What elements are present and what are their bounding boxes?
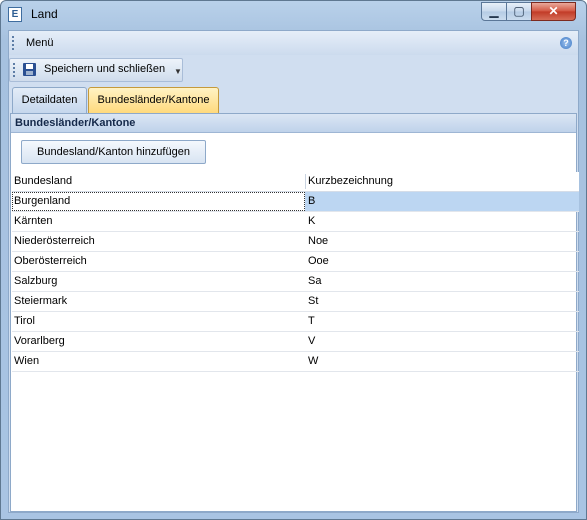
table-row[interactable]: Niederösterreich Noe: [12, 232, 579, 252]
add-bundesland-button[interactable]: Bundesland/Kanton hinzufügen: [21, 140, 206, 164]
table-row[interactable]: Kärnten K: [12, 212, 579, 232]
tab-panel: Bundesländer/Kantone Bundesland/Kanton h…: [10, 113, 579, 512]
tab-detaildaten[interactable]: Detaildaten: [12, 87, 87, 114]
cell-bundesland[interactable]: Kärnten: [12, 212, 305, 231]
toolbar: Speichern und schließen ▼: [9, 58, 183, 82]
save-and-close-label: Speichern und schließen: [44, 63, 166, 75]
help-icon[interactable]: ?: [560, 37, 572, 49]
floppy-disk-icon: [23, 63, 36, 76]
table-row[interactable]: Salzburg Sa: [12, 272, 579, 292]
table-row[interactable]: Oberösterreich Ooe: [12, 252, 579, 272]
cell-bundesland[interactable]: Niederösterreich: [12, 232, 305, 251]
close-icon: ✕: [548, 4, 559, 18]
cell-kurzbezeichnung[interactable]: Sa: [306, 272, 578, 291]
cell-kurzbezeichnung[interactable]: V: [306, 332, 578, 351]
cell-bundesland[interactable]: Burgenland: [12, 192, 305, 211]
table-row[interactable]: Wien W: [12, 352, 579, 372]
cell-kurzbezeichnung[interactable]: St: [306, 292, 578, 311]
title-bar[interactable]: E Land ▁ ▢ ✕: [1, 1, 586, 27]
table-row[interactable]: Steiermark St: [12, 292, 579, 312]
cell-bundesland[interactable]: Salzburg: [12, 272, 305, 291]
column-header-bundesland[interactable]: Bundesland: [14, 175, 72, 187]
cell-kurzbezeichnung[interactable]: Noe: [306, 232, 578, 251]
table-row[interactable]: Vorarlberg V: [12, 332, 579, 352]
minimize-icon: ▁: [489, 4, 499, 18]
cell-kurzbezeichnung[interactable]: T: [306, 312, 578, 331]
cell-bundesland[interactable]: Wien: [12, 352, 305, 371]
land-window: E Land ▁ ▢ ✕ Menü ? Speichern und schlie…: [0, 0, 587, 520]
column-separator[interactable]: [305, 174, 306, 189]
save-and-close-button[interactable]: Speichern und schließen: [23, 62, 171, 79]
window-title: Land: [31, 7, 58, 21]
client-area: Menü ? Speichern und schließen ▼ Detaild…: [8, 30, 579, 513]
table-row[interactable]: Burgenland B: [12, 192, 579, 212]
bundeslaender-grid: Bundesland Kurzbezeichnung Burgenland B K…: [12, 172, 579, 372]
cell-kurzbezeichnung[interactable]: K: [306, 212, 578, 231]
cell-bundesland[interactable]: Tirol: [12, 312, 305, 331]
minimize-button[interactable]: ▁: [481, 2, 507, 21]
cell-bundesland[interactable]: Vorarlberg: [12, 332, 305, 351]
cell-bundesland[interactable]: Steiermark: [12, 292, 305, 311]
menu-bar: Menü ?: [9, 31, 578, 55]
grid-header: Bundesland Kurzbezeichnung: [12, 172, 579, 192]
tab-bundeslaender-kantone[interactable]: Bundesländer/Kantone: [88, 87, 219, 114]
table-row[interactable]: Tirol T: [12, 312, 579, 332]
grip-icon[interactable]: [13, 63, 15, 77]
maximize-button[interactable]: ▢: [506, 2, 532, 21]
menu-item-menue[interactable]: Menü: [26, 37, 54, 49]
group-title: Bundesländer/Kantone: [11, 114, 576, 133]
cell-kurzbezeichnung[interactable]: Ooe: [306, 252, 578, 271]
column-header-kurzbezeichnung[interactable]: Kurzbezeichnung: [308, 175, 393, 187]
cell-kurzbezeichnung[interactable]: B: [306, 192, 578, 211]
app-icon: E: [8, 7, 22, 22]
cell-bundesland[interactable]: Oberösterreich: [12, 252, 305, 271]
grip-icon[interactable]: [12, 36, 14, 50]
maximize-icon: ▢: [513, 4, 525, 18]
toolbar-overflow-icon[interactable]: ▼: [174, 67, 182, 76]
close-button[interactable]: ✕: [531, 2, 576, 21]
cell-kurzbezeichnung[interactable]: W: [306, 352, 578, 371]
